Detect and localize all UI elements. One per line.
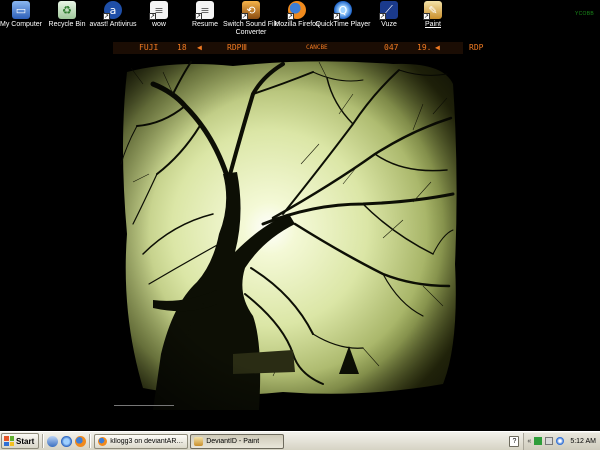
corner-watermark-text: YCOBB bbox=[574, 11, 594, 17]
volume-icon[interactable] bbox=[545, 437, 554, 445]
film-frame-right: 19. bbox=[417, 43, 432, 52]
avast-icon: a ↗ bbox=[103, 1, 122, 20]
taskbar-button-label: kllogg3 on deviantART - ... bbox=[110, 437, 184, 445]
taskbar-button-label: DeviantID - Paint bbox=[206, 437, 260, 445]
vuze-icon: ⟋ ↗ bbox=[379, 1, 398, 20]
desktop: ▭ My Computer ♻ Recycle Bin a ↗ avast! An… bbox=[0, 0, 600, 431]
my-computer-icon: ▭ bbox=[12, 1, 30, 19]
tree-photo bbox=[113, 54, 463, 410]
taskbar: Start kllogg3 on deviantART - ... Devian… bbox=[0, 431, 600, 450]
film-frame-code: 047 bbox=[384, 43, 399, 52]
firefox-icon bbox=[98, 436, 108, 446]
show-desktop-icon[interactable] bbox=[47, 435, 59, 447]
recycle-bin-icon: ♻ bbox=[58, 1, 76, 19]
taskbar-separator bbox=[42, 434, 45, 448]
start-label: Start bbox=[16, 436, 35, 446]
desktop-icon-label: Paint bbox=[425, 21, 441, 28]
wallpaper-edge-line bbox=[114, 405, 174, 406]
film-brand: FUJI bbox=[139, 43, 159, 52]
taskbar-separator bbox=[89, 434, 92, 448]
film-arrow-left-icon: ◀ bbox=[197, 43, 202, 52]
security-icon[interactable] bbox=[556, 437, 565, 445]
paint-icon bbox=[194, 436, 204, 446]
wallpaper-photo: FUJI 18 ◀ RDPⅢ CANCBE 047 19. ◀ RDP bbox=[113, 42, 483, 410]
taskbar-button-paint[interactable]: DeviantID - Paint bbox=[190, 433, 285, 449]
paint-icon: ✎ ↗ bbox=[423, 1, 442, 20]
resume-document-icon: ≡ ↗ bbox=[195, 1, 214, 20]
network-icon[interactable] bbox=[534, 437, 543, 445]
system-tray: « 5:12 AM bbox=[523, 432, 600, 450]
film-frame-left: 18 bbox=[177, 43, 187, 52]
internet-explorer-icon[interactable] bbox=[61, 435, 73, 447]
start-button[interactable]: Start bbox=[1, 433, 40, 449]
film-center-code: CANCBE bbox=[306, 44, 328, 51]
film-edge-strip: FUJI 18 ◀ RDPⅢ CANCBE 047 19. ◀ RDP bbox=[113, 42, 483, 54]
taskbar-button-firefox[interactable]: kllogg3 on deviantART - ... bbox=[94, 433, 189, 449]
switch-sound-icon: ⟲ ↗ bbox=[241, 1, 260, 20]
film-type-left: RDPⅢ bbox=[227, 43, 247, 52]
help-icon[interactable]: ? bbox=[509, 435, 520, 447]
desktop-icon-paint[interactable]: ✎ ↗ Paint bbox=[404, 0, 462, 29]
windows-logo-icon bbox=[4, 436, 14, 446]
firefox-icon[interactable] bbox=[75, 435, 87, 447]
quick-launch bbox=[47, 435, 87, 447]
wow-shortcut-icon: ≡ ↗ bbox=[149, 1, 168, 20]
firefox-icon: ↗ bbox=[287, 1, 306, 20]
tree-silhouette-image bbox=[113, 54, 463, 410]
film-arrow-right-icon: ◀ bbox=[435, 43, 440, 52]
show-hidden-icons-icon[interactable]: « bbox=[527, 438, 531, 445]
clock[interactable]: 5:12 AM bbox=[570, 438, 596, 445]
quicktime-icon: Q ↗ bbox=[333, 1, 352, 20]
film-type-right: RDP bbox=[469, 43, 484, 52]
